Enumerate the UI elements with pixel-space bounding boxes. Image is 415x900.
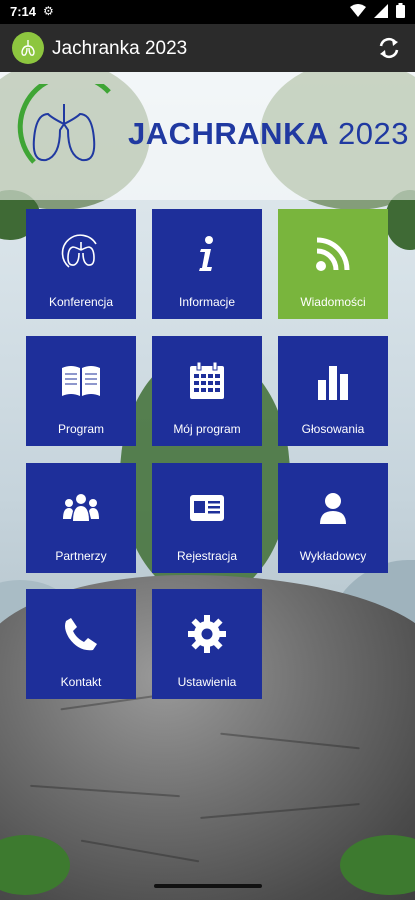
signal-icon [374,3,388,18]
app-bar: Jachranka 2023 [0,24,415,72]
tile-moj-program[interactable]: Mój program [152,336,262,446]
tile-wiadomosci[interactable]: Wiadomości [278,209,388,319]
calendar-icon [190,361,224,399]
battery-icon [396,3,405,18]
book-icon [62,366,100,396]
tile-label: Informacje [178,295,236,309]
tile-glosowania[interactable]: Głosowania [278,336,388,446]
tile-wykladowcy[interactable]: Wykładowcy [278,463,388,573]
tile-program[interactable]: Program [26,336,136,446]
tile-label: Wiadomości [300,295,366,309]
tile-label: Rejestracja [176,549,238,563]
tile-rejestracja[interactable]: Rejestracja [152,463,262,573]
rss-icon [316,237,350,271]
banner-brand: JACHRANKA [128,116,329,151]
tile-label: Program [57,422,104,436]
phone-icon [65,618,97,651]
tile-label: Wykładowcy [299,549,367,563]
tile-label: Kontakt [60,675,102,689]
tile-informacje[interactable]: Informacje [152,209,262,319]
tile-kontakt[interactable]: Kontakt [26,589,136,699]
status-bar: 7:14 ⚙ [0,0,415,24]
id-card-icon [190,495,224,521]
tile-label: Konferencja [48,295,114,309]
tile-label: Ustawienia [177,675,237,689]
banner-year: 2023 [337,116,409,151]
people-icon [63,494,99,521]
wifi-icon [350,3,366,17]
tile-konferencja[interactable]: Konferencja [26,209,136,319]
bar-chart-icon [318,366,348,400]
lungs-icon [61,234,97,268]
tile-ustawienia[interactable]: Ustawienia [152,589,262,699]
tile-label: Partnerzy [55,549,107,563]
refresh-icon[interactable] [377,36,401,60]
app-logo-icon [12,32,44,64]
gear-icon [188,615,226,653]
lungs-logo-icon [17,84,111,164]
tile-label: Głosowania [301,422,365,436]
status-time: 7:14 [10,4,37,19]
gesture-nav-handle[interactable] [154,884,262,888]
settings-status-icon: ⚙ [43,4,54,18]
banner-title: JACHRANKA 2023 [128,116,409,152]
person-icon [320,493,346,524]
info-icon [199,236,213,271]
app-title: Jachranka 2023 [52,38,188,59]
tile-partnerzy[interactable]: Partnerzy [26,463,136,573]
tile-label: Mój program [173,422,241,436]
